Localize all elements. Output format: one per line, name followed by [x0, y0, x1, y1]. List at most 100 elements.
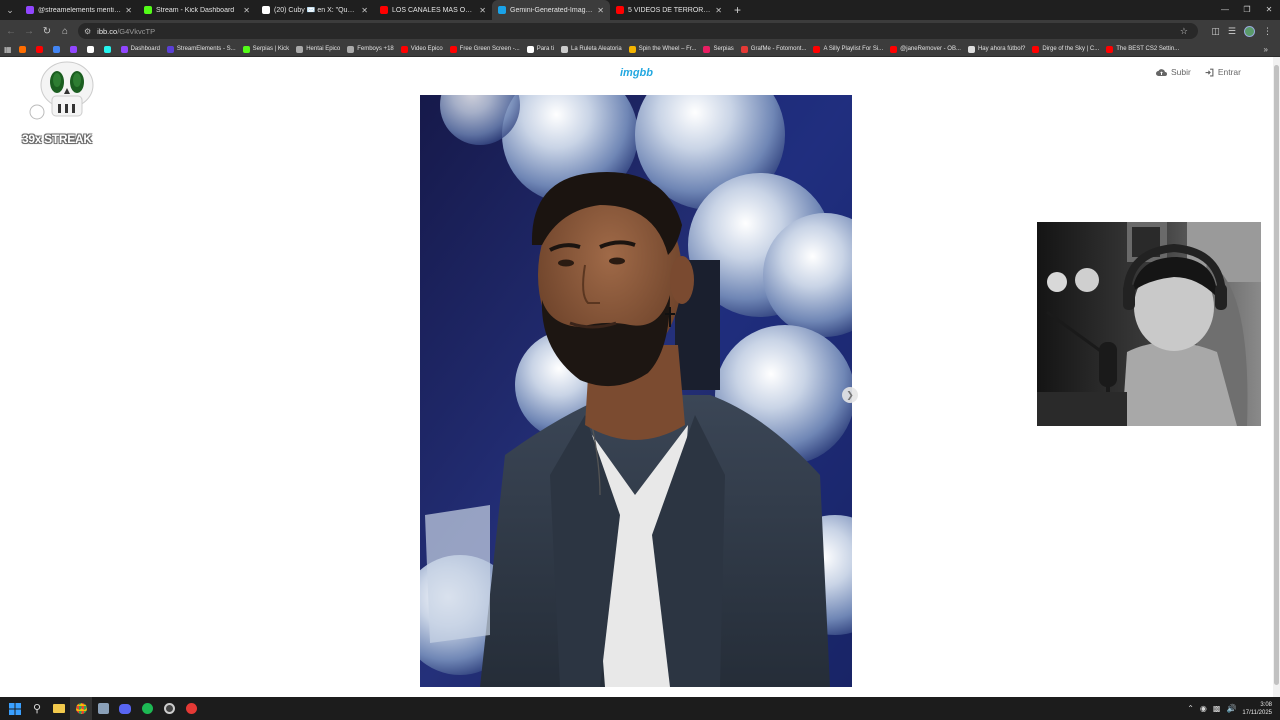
profile-avatar[interactable]	[1244, 25, 1255, 37]
microphone-icon[interactable]: ◉	[1200, 704, 1207, 713]
apps-icon[interactable]: ▦	[4, 45, 12, 54]
discord-icon[interactable]	[114, 697, 136, 720]
bookmark-item[interactable]: Hentai Epico	[296, 45, 340, 53]
tab-title: Gemini-Generated-Image-ho	[510, 6, 594, 14]
side-panel-icon[interactable]: ☰	[1228, 26, 1236, 37]
home-icon[interactable]: ⌂	[56, 26, 74, 37]
network-icon[interactable]: ▩	[1213, 704, 1221, 713]
bookmark-favicon-icon	[890, 45, 898, 53]
recorder-icon[interactable]	[180, 697, 202, 720]
tab-favicon-icon	[498, 6, 506, 14]
start-button[interactable]	[4, 697, 26, 720]
browser-tab[interactable]: (20) Cuby ✉️ en X: "Que lindo ✕	[256, 0, 374, 20]
spotify-icon[interactable]	[136, 697, 158, 720]
bookmark-label: Serpias	[713, 46, 734, 52]
bookmark-item[interactable]: StreamElements - S...	[166, 45, 236, 53]
browser-menu-icon[interactable]: ⋮	[1263, 26, 1272, 37]
close-window-icon[interactable]: ✕	[1258, 0, 1280, 20]
bookmark-item[interactable]: Serpias	[703, 45, 734, 53]
bookmark-item[interactable]	[35, 45, 46, 53]
bookmark-item[interactable]: Free Green Screen -...	[449, 45, 520, 53]
tab-close-icon[interactable]: ✕	[715, 6, 722, 15]
forward-icon[interactable]: →	[20, 26, 38, 37]
bookmark-item[interactable]: Para ti	[526, 45, 554, 53]
bookmark-label: The BEST CS2 Settin...	[1116, 46, 1180, 52]
tab-title: @streamelements mention	[38, 6, 122, 14]
tab-close-icon[interactable]: ✕	[361, 6, 368, 15]
bookmark-item[interactable]: Video Epico	[400, 45, 443, 53]
restore-icon[interactable]: ❐	[1236, 0, 1258, 20]
next-image-button[interactable]: ❯	[842, 387, 858, 403]
tab-favicon-icon	[262, 6, 270, 14]
bookmark-label: Dashboard	[130, 46, 160, 52]
browser-tab[interactable]: Gemini-Generated-Image-ho ✕	[492, 0, 610, 20]
bookmark-label: Video Epico	[410, 46, 443, 52]
bookmark-item[interactable]: Spin the Wheel – Fr...	[628, 45, 696, 53]
app-icon[interactable]	[92, 697, 114, 720]
browser-tab[interactable]: 5 VIDEOS DE TERROR que NO ✕	[610, 0, 728, 20]
bookmark-favicon-icon	[1106, 45, 1114, 53]
site-info-icon[interactable]: ⚙	[84, 27, 91, 36]
bookmarks-overflow-icon[interactable]: »	[1264, 45, 1268, 54]
browser-tab[interactable]: LOS CANALES MÁS OSCUROS ✕	[374, 0, 492, 20]
browser-tab[interactable]: Stream - Kick Dashboard ✕	[138, 0, 256, 20]
tab-close-icon[interactable]: ✕	[479, 6, 486, 15]
bookmark-favicon-icon	[86, 45, 94, 53]
site-nav: Subir Entrar	[1156, 67, 1241, 77]
bookmark-star-icon[interactable]: ☆	[1180, 26, 1188, 37]
bookmark-item[interactable]: A Silly Playlist For Si...	[813, 45, 884, 53]
tab-close-icon[interactable]: ✕	[125, 6, 132, 15]
browser-tab-strip: ⌄ @streamelements mention ✕ Stream - Kick …	[0, 0, 1280, 20]
tab-search-icon[interactable]: ⌄	[0, 0, 20, 20]
bookmark-item[interactable]: Dirge of the Sky | C...	[1032, 45, 1100, 53]
bookmark-label: Dirge of the Sky | C...	[1042, 46, 1100, 52]
volume-icon[interactable]: 🔊	[1226, 704, 1236, 713]
bookmark-item[interactable]	[86, 45, 97, 53]
bookmark-label: Hay ahora fútbol?	[977, 46, 1026, 52]
bookmark-label: A Silly Playlist For Si...	[823, 46, 884, 52]
site-logo[interactable]: imgbb	[0, 67, 1273, 79]
new-tab-button[interactable]: +	[734, 3, 741, 17]
main-photo[interactable]	[420, 95, 852, 687]
extensions-icon[interactable]: ◫	[1211, 26, 1220, 37]
bookmark-item[interactable]	[103, 45, 114, 53]
bookmark-item[interactable]: @janeRemover - OB...	[890, 45, 961, 53]
bookmark-item[interactable]: Femboys +18	[347, 45, 394, 53]
back-icon[interactable]: ←	[2, 26, 20, 37]
reload-icon[interactable]: ↻	[38, 26, 56, 37]
address-bar[interactable]: ⚙ ibb.co /G4VkvcTP ☆	[78, 23, 1198, 39]
tab-close-icon[interactable]: ✕	[597, 6, 604, 15]
bookmark-item[interactable]: The BEST CS2 Settin...	[1106, 45, 1180, 53]
bookmark-item[interactable]: Dashboard	[120, 45, 160, 53]
bookmark-item[interactable]	[52, 45, 63, 53]
clock-date: 17/11/2025	[1242, 709, 1272, 716]
bookmark-item[interactable]: Serpias | Kick	[242, 45, 289, 53]
bookmark-item[interactable]: Hay ahora fútbol?	[967, 45, 1026, 53]
bookmark-item[interactable]: GrafMe - Fotomont...	[740, 45, 806, 53]
browser-tab[interactable]: @streamelements mention ✕	[20, 0, 138, 20]
bookmark-favicon-icon	[740, 45, 748, 53]
taskbar-clock[interactable]: 3:08 17/11/2025	[1242, 701, 1272, 717]
tab-favicon-icon	[26, 6, 34, 14]
obs-icon[interactable]	[158, 697, 180, 720]
scrollbar-thumb[interactable]	[1274, 65, 1279, 685]
bookmark-favicon-icon	[703, 45, 711, 53]
cloud-upload-icon	[1156, 68, 1167, 76]
tab-close-icon[interactable]: ✕	[243, 6, 250, 15]
login-button[interactable]: Entrar	[1205, 67, 1241, 77]
page-scrollbar[interactable]	[1273, 57, 1280, 697]
bookmark-item[interactable]	[69, 45, 80, 53]
file-explorer-icon[interactable]	[48, 697, 70, 720]
bookmark-item[interactable]	[18, 45, 29, 53]
tab-title: LOS CANALES MÁS OSCUROS	[392, 6, 475, 14]
search-icon[interactable]: ⚲	[26, 697, 48, 720]
upload-label: Subir	[1171, 67, 1191, 77]
tab-title: 5 VIDEOS DE TERROR que NO	[628, 6, 711, 14]
upload-button[interactable]: Subir	[1156, 67, 1191, 77]
minimize-icon[interactable]: —	[1214, 0, 1236, 20]
chrome-icon[interactable]	[70, 697, 92, 720]
tray-chevron-icon[interactable]: ⌃	[1187, 704, 1194, 713]
bookmark-favicon-icon	[69, 45, 77, 53]
bookmark-item[interactable]: La Ruleta Aleatoria	[561, 45, 622, 53]
bookmark-favicon-icon	[628, 45, 636, 53]
